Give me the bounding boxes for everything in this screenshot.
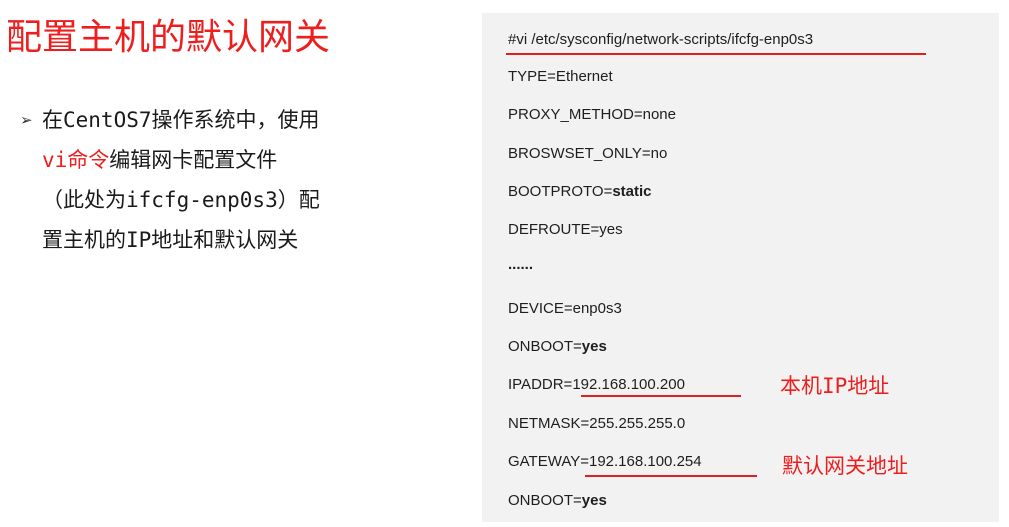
bootproto-key: BOOTPROTO= — [508, 183, 613, 200]
gateway-annotation: 默认网关地址 — [782, 454, 908, 478]
config-device: DEVICE=enp0s3 — [508, 300, 622, 317]
slide-title: 配置主机的默认网关 — [6, 17, 331, 58]
gateway-underline — [585, 475, 757, 477]
onboot-1-key: ONBOOT= — [508, 338, 582, 355]
gateway-value: 192.168.100.254 — [588, 453, 702, 470]
onboot-1-value: yes — [581, 338, 607, 355]
ipaddr-value: 192.168.100.200 — [572, 376, 685, 393]
gateway-key: GATEWAY= — [508, 453, 589, 470]
onboot-2-key: ONBOOT= — [508, 492, 582, 509]
onboot-2-value: yes — [581, 492, 607, 509]
vi-command-highlight: vi命令 — [42, 148, 110, 172]
ip-annotation: 本机IP地址 — [780, 374, 890, 398]
config-onboot-1: ONBOOT=yes — [508, 338, 607, 356]
config-onboot-2: ONBOOT=yes — [508, 492, 607, 510]
config-broswset-only: BROSWSET_ONLY=no — [508, 145, 668, 162]
config-file-panel: #vi /etc/sysconfig/network-scripts/ifcfg… — [482, 13, 999, 522]
bullet-line-1: 在CentOS7操作系统中，使用 — [42, 108, 320, 132]
bullet-paragraph: ➢ 在CentOS7操作系统中，使用 vi命令编辑网卡配置文件 （此处为ifcf… — [20, 100, 430, 260]
ipaddr-underline — [581, 395, 741, 397]
config-netmask: NETMASK=255.255.255.0 — [508, 415, 686, 432]
config-type: TYPE=Ethernet — [508, 68, 613, 85]
config-gateway: GATEWAY=192.168.100.254 — [508, 453, 702, 471]
config-defroute: DEFROUTE=yes — [508, 221, 623, 238]
bullet-line-3: （此处为ifcfg-enp0s3）配 — [42, 188, 320, 212]
command-underline — [506, 53, 926, 55]
config-proxy-method: PROXY_METHOD=none — [508, 106, 676, 123]
config-ipaddr: IPADDR=192.168.100.200 — [508, 376, 685, 394]
bullet-line-4: 置主机的IP地址和默认网关 — [42, 228, 299, 252]
bullet-line-2-rest: 编辑网卡配置文件 — [109, 148, 278, 172]
bullet-line-2: vi命令编辑网卡配置文件 — [20, 140, 430, 180]
ipaddr-key: IPADDR= — [508, 376, 573, 393]
config-ellipsis: ...... — [508, 256, 534, 273]
config-bootproto: BOOTPROTO=static — [508, 183, 652, 201]
bullet-arrow-icon: ➢ — [20, 111, 33, 129]
bootproto-value: static — [612, 183, 652, 200]
vi-command-line: #vi /etc/sysconfig/network-scripts/ifcfg… — [508, 31, 814, 48]
